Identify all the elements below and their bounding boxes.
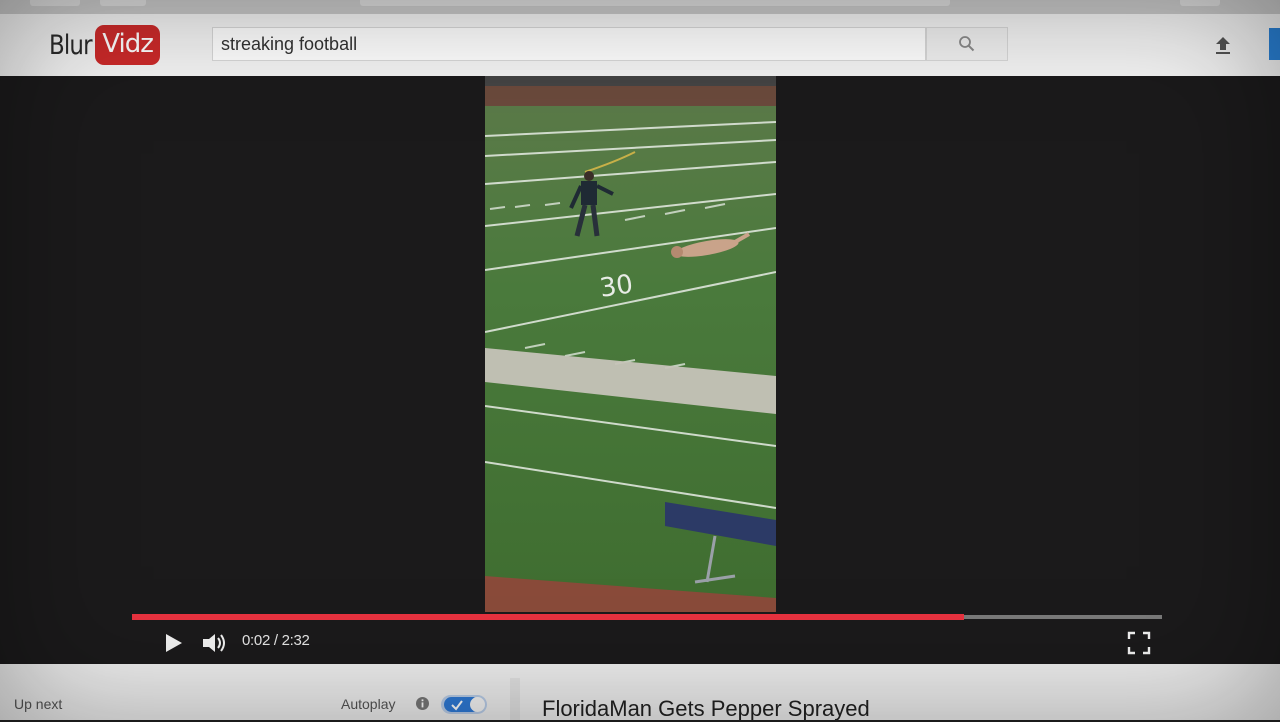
upload-icon xyxy=(1216,37,1230,54)
logo-text-vidz: Vidz xyxy=(95,25,160,65)
next-video-title[interactable]: FloridaMan Gets Pepper Sprayed xyxy=(542,696,870,722)
fullscreen-button[interactable] xyxy=(1126,630,1152,656)
logo-text-blur: Blur xyxy=(49,29,93,61)
volume-button[interactable] xyxy=(200,630,230,656)
progress-bar-played xyxy=(132,614,965,620)
address-bar[interactable] xyxy=(360,0,950,6)
search-input[interactable] xyxy=(221,33,911,55)
video-content: 30 xyxy=(485,76,776,612)
player-controls: 0:02 / 2:32 xyxy=(0,624,1280,660)
browser-tab[interactable] xyxy=(100,0,146,6)
fullscreen-icon xyxy=(1127,631,1151,655)
field-yard-number: 30 xyxy=(598,269,635,303)
site-logo[interactable]: Blur Vidz xyxy=(49,23,160,67)
search-button[interactable] xyxy=(926,27,1008,61)
autoplay-toggle[interactable] xyxy=(441,695,487,714)
search-icon xyxy=(959,36,975,52)
below-player-area: Up next Autoplay FloridaMan Gets Pepper … xyxy=(0,664,1280,722)
up-next-label: Up next xyxy=(14,696,63,712)
volume-icon xyxy=(203,634,225,652)
sign-in-button[interactable] xyxy=(1269,28,1280,60)
section-divider xyxy=(510,678,520,720)
browser-chrome-strip xyxy=(0,0,1280,15)
check-icon xyxy=(451,700,463,711)
upload-button[interactable] xyxy=(1210,32,1236,58)
progress-bar[interactable] xyxy=(132,614,1162,620)
video-frame[interactable]: 30 xyxy=(485,76,776,612)
autoplay-toggle-knob xyxy=(470,697,485,712)
site-header: Blur Vidz xyxy=(0,14,1280,77)
search-field[interactable] xyxy=(212,27,926,61)
browser-tab[interactable] xyxy=(1180,0,1220,6)
play-button[interactable] xyxy=(160,630,186,656)
info-icon[interactable] xyxy=(415,696,430,711)
autoplay-label: Autoplay xyxy=(341,696,396,712)
browser-tab[interactable] xyxy=(30,0,80,6)
time-display: 0:02 / 2:32 xyxy=(242,632,310,649)
video-player[interactable]: 30 0:02 / 2:32 xyxy=(0,76,1280,664)
play-icon xyxy=(166,634,182,652)
